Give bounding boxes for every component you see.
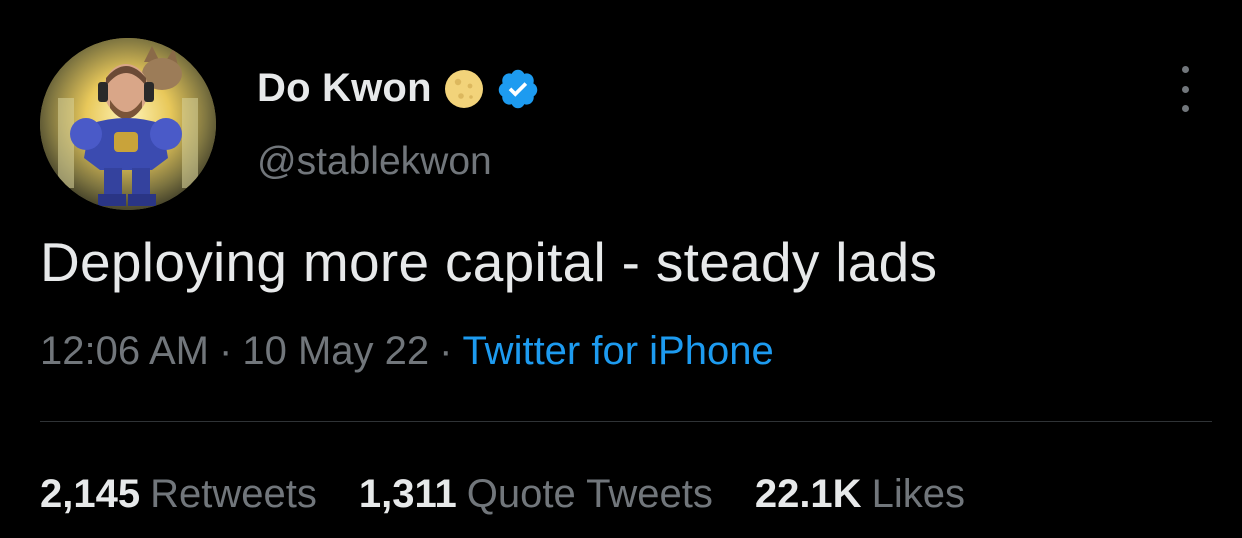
retweets-stat[interactable]: 2,145 Retweets	[40, 472, 317, 517]
more-options-button[interactable]	[1170, 64, 1200, 114]
avatar[interactable]	[40, 38, 216, 210]
verified-icon	[496, 67, 540, 111]
quote-tweets-count: 1,311	[358, 472, 457, 516]
likes-count: 22.1K	[754, 472, 862, 516]
retweets-label: Retweets	[150, 472, 317, 516]
tweet-card: Do Kwon @stablekwon Deploying more capit…	[0, 0, 1242, 538]
quote-tweets-label: Quote Tweets	[466, 472, 713, 516]
more-dot-icon	[1181, 105, 1189, 112]
avatar-image	[40, 38, 216, 210]
moon-icon	[444, 69, 484, 109]
tweet-text: Deploying more capital - steady lads	[40, 231, 938, 293]
user-handle[interactable]: @stablekwon	[257, 140, 492, 184]
more-dot-icon	[1181, 66, 1189, 73]
tweet-time[interactable]: 12:06 AM	[40, 329, 209, 373]
quote-tweets-stat[interactable]: 1,311 Quote Tweets	[359, 472, 713, 517]
tweet-source-link[interactable]: Twitter for iPhone	[462, 329, 773, 373]
author-line: Do Kwon	[257, 66, 540, 111]
likes-stat[interactable]: 22.1K Likes	[755, 472, 965, 517]
display-name[interactable]: Do Kwon	[257, 66, 432, 111]
meta-separator: ·	[219, 329, 233, 373]
tweet-stats: 2,145 Retweets 1,311 Quote Tweets 22.1K Lik…	[40, 472, 1007, 517]
meta-separator: ·	[439, 329, 453, 373]
more-dot-icon	[1181, 85, 1189, 93]
divider	[40, 421, 1212, 422]
tweet-metadata: 12:06 AM · 10 May 22 · Twitter for iPhone	[40, 329, 774, 374]
retweets-count: 2,145	[40, 472, 141, 516]
tweet-date[interactable]: 10 May 22	[242, 329, 429, 373]
likes-label: Likes	[871, 472, 965, 516]
